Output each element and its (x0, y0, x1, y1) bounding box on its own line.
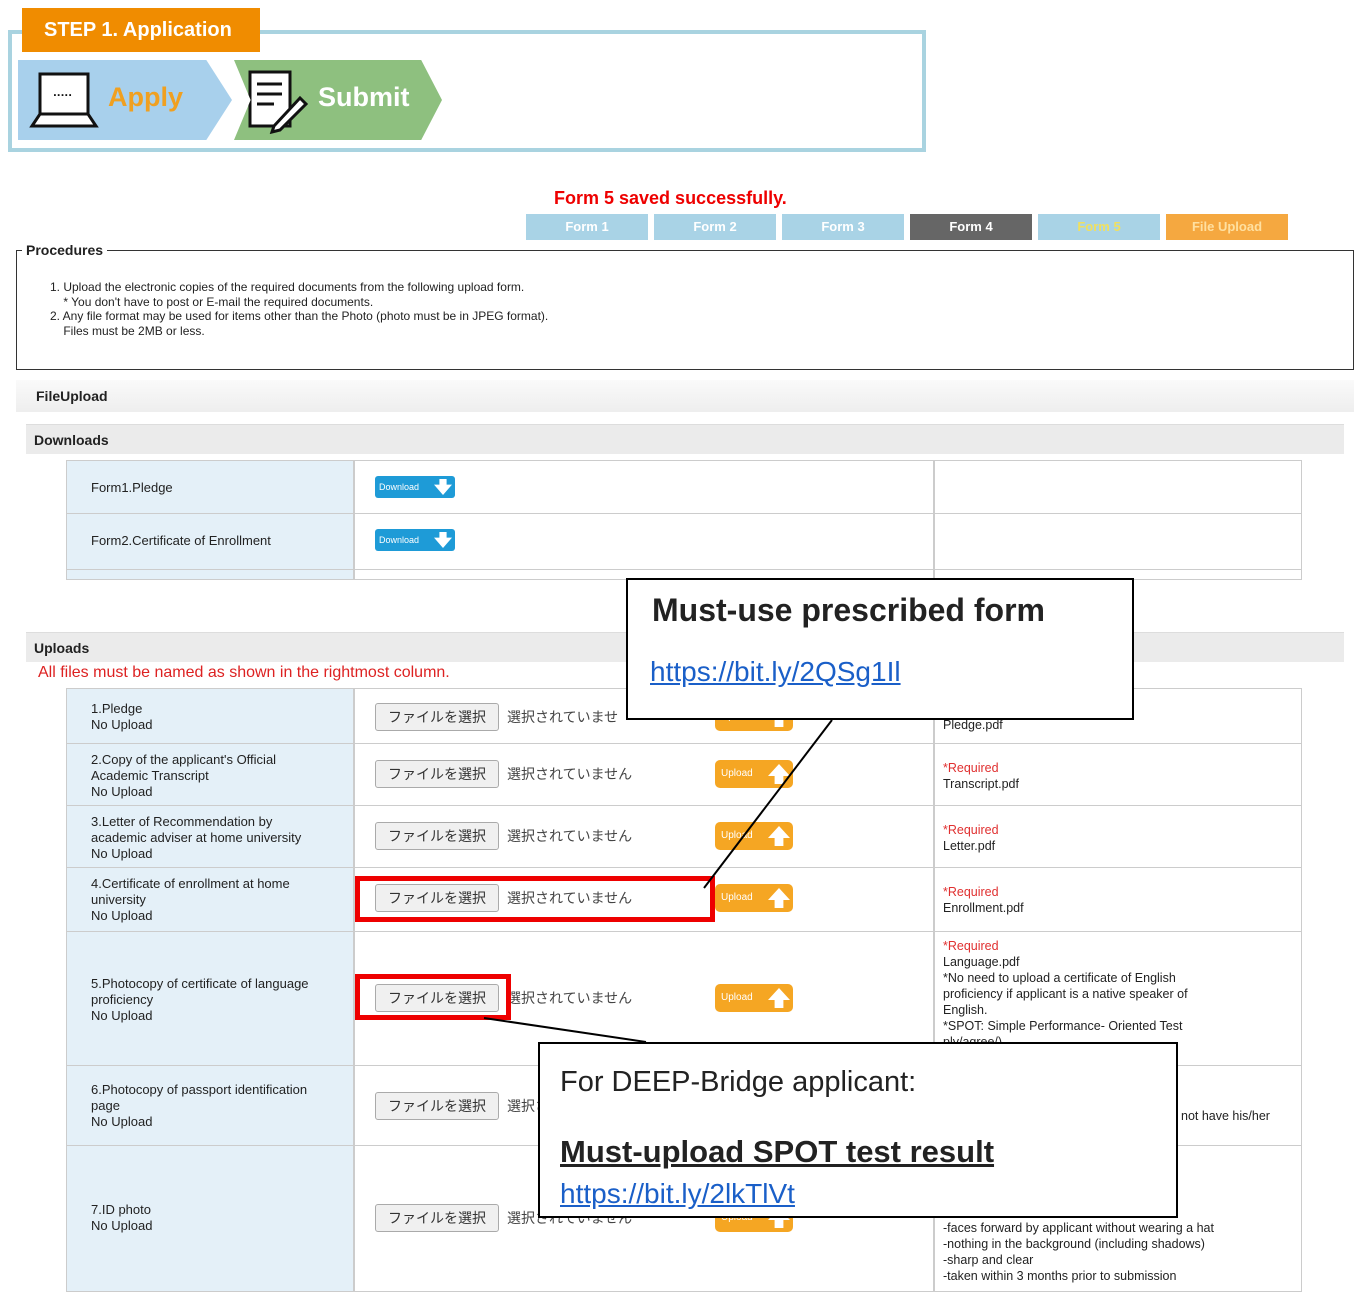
prescribed-form-link[interactable]: https://bit.ly/2QSg1Il (650, 656, 901, 688)
callout-spot-line2: Must-upload SPOT test result (560, 1134, 995, 1169)
callout-spot-result: For DEEP-Bridge applicant: Must-upload S… (538, 1042, 1178, 1218)
spot-result-link[interactable]: https://bit.ly/2lkTlVt (560, 1178, 795, 1210)
callout-form-title: Must-use prescribed form (652, 592, 1045, 628)
callout-prescribed-form: Must-use prescribed form https://bit.ly/… (626, 578, 1134, 720)
callout-spot-line1: For DEEP-Bridge applicant: (560, 1066, 917, 1098)
